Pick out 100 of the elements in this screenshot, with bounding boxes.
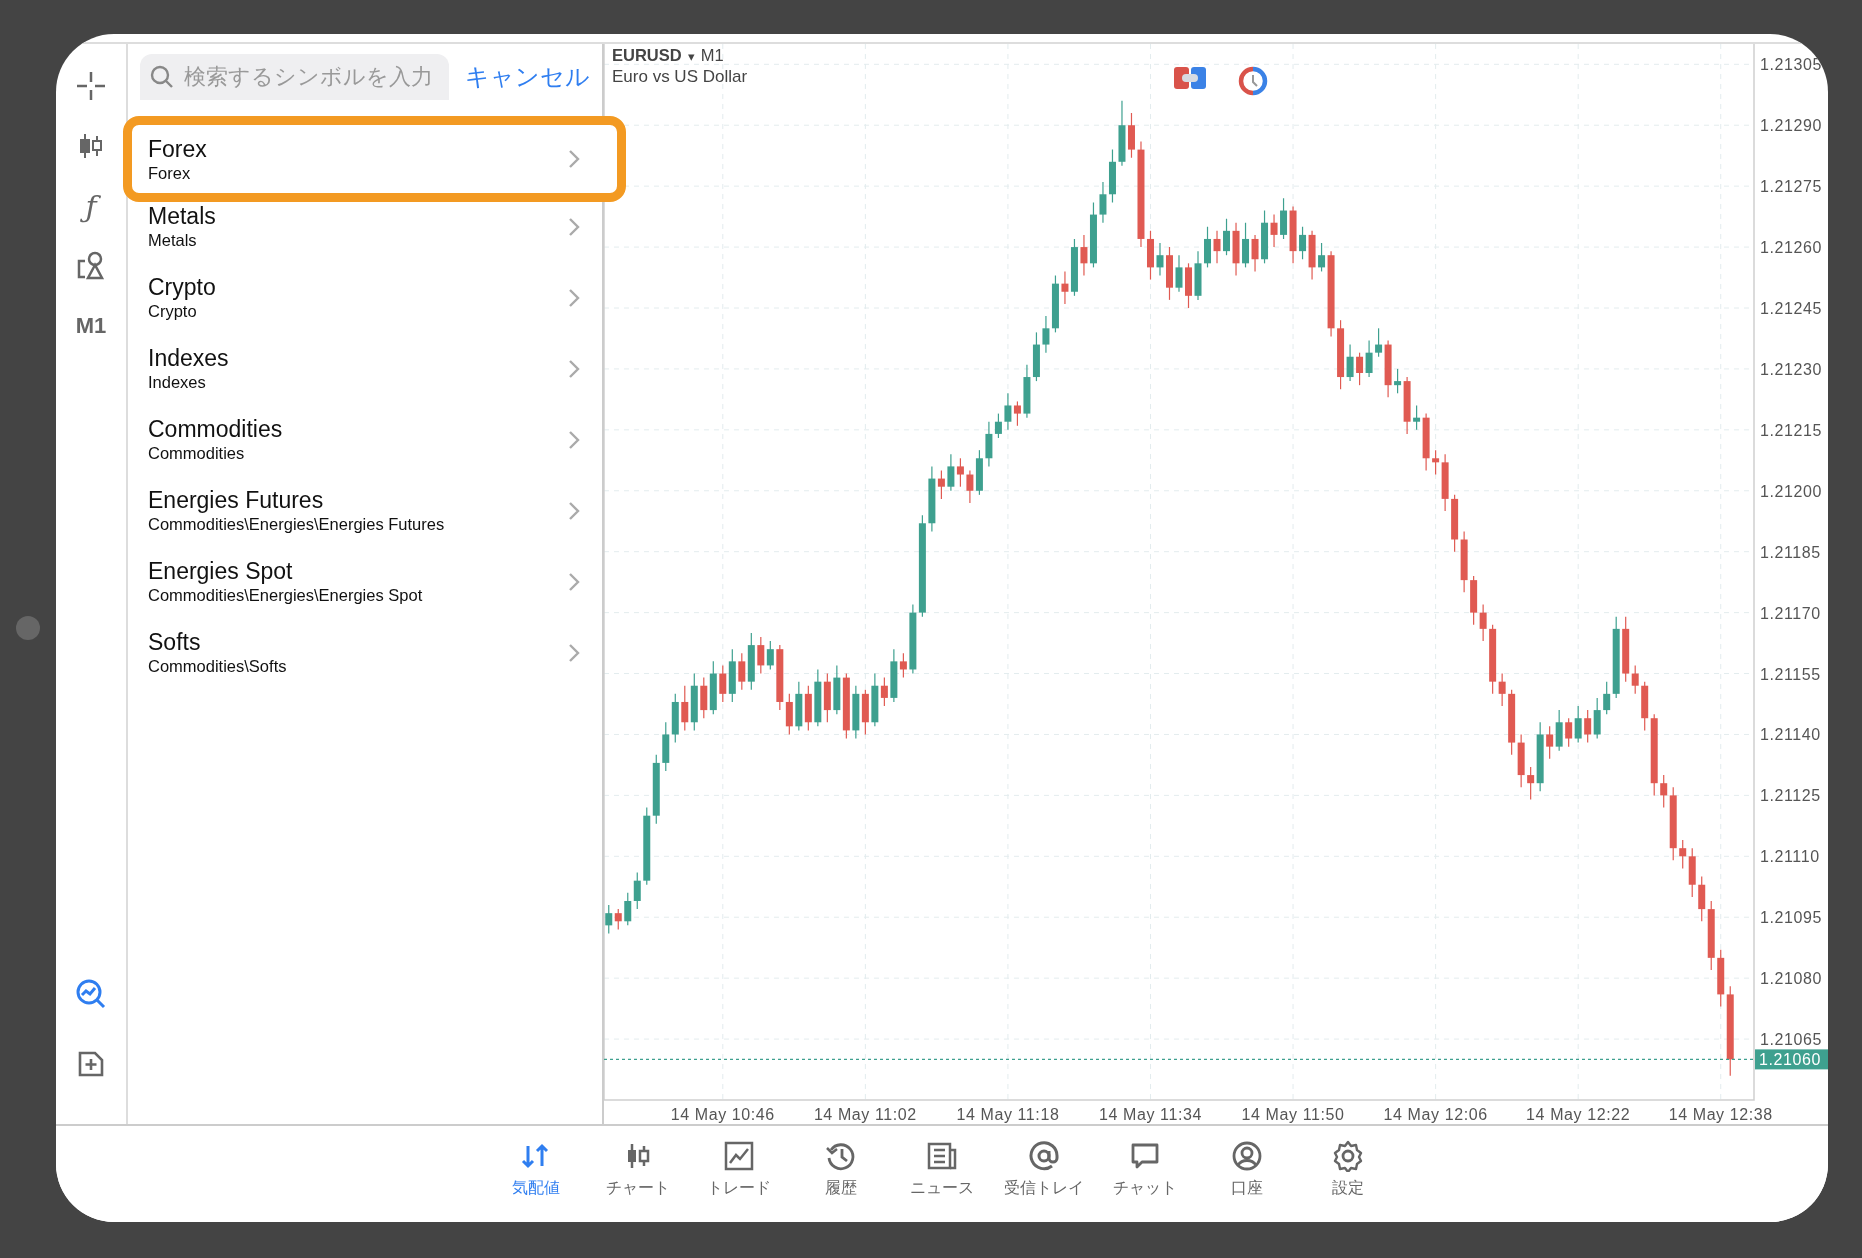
candlestick (605, 904, 613, 935)
group-path: Crypto (148, 301, 197, 322)
candlestick (1527, 766, 1535, 801)
price-label: 1.21095 (1760, 909, 1823, 927)
time-label: 14 May 10:46 (670, 1106, 775, 1123)
time-label: 14 May 12:38 (1668, 1106, 1773, 1123)
symbol-group-item[interactable]: Energies Spot Commodities\Energies\Energies Spot (128, 546, 602, 617)
candlestick (614, 908, 622, 931)
tab-button[interactable]: 口座 (1195, 1138, 1298, 1201)
candlestick (1270, 213, 1278, 248)
chart-search-icon[interactable] (75, 978, 107, 1010)
settings-icon (1332, 1140, 1364, 1172)
symbol-name[interactable]: EURUSD (612, 46, 682, 65)
price-label: 1.21200 (1760, 482, 1823, 500)
group-path: Metals (148, 230, 197, 251)
candlestick (757, 636, 765, 675)
one-click-trading-icon[interactable] (1174, 66, 1206, 90)
candlestick (1061, 270, 1069, 305)
camera-dot (16, 616, 40, 640)
cancel-button[interactable]: キャンセル (463, 57, 592, 97)
price-label: 1.21215 (1760, 421, 1823, 439)
candlestick (1042, 315, 1050, 354)
shapes-icon[interactable] (76, 251, 106, 281)
ref-line-label: 1.21060 (1759, 1051, 1822, 1069)
person-icon (1230, 1140, 1263, 1172)
group-title: Energies Spot (148, 557, 293, 585)
candlestick (1546, 725, 1554, 760)
candlestick (1679, 839, 1687, 870)
candlestick (1479, 603, 1487, 642)
group-path: Indexes (148, 372, 206, 393)
price-label: 1.21110 (1760, 848, 1820, 866)
tab-button[interactable]: チャート (586, 1138, 689, 1201)
chevron-icon (568, 149, 580, 169)
candlestick (1299, 226, 1307, 260)
candlestick (1660, 774, 1668, 809)
dropdown-arrow[interactable]: ▾ (687, 49, 695, 64)
candlestick (766, 640, 774, 671)
symbol-group-item[interactable]: Energies Futures Commodities\Energies\Energies Futures (128, 475, 602, 546)
price-label: 1.21245 (1760, 300, 1823, 317)
symbol-group-item[interactable]: Crypto Crypto (128, 262, 602, 333)
price-label: 1.21140 (1760, 726, 1821, 744)
price-label: 1.21065 (1760, 1031, 1823, 1049)
chevron-icon (568, 287, 580, 308)
history-icon (824, 1140, 857, 1172)
candlestick (738, 652, 746, 691)
candlestick (1603, 681, 1611, 715)
candlestick (1432, 449, 1440, 476)
symbol-group-item[interactable]: Forex Forex (123, 116, 626, 202)
candlestick (1394, 368, 1402, 394)
candlestick (1565, 717, 1573, 748)
crosshair-icon[interactable] (76, 71, 106, 101)
price-label: 1.21305 (1760, 56, 1823, 74)
candlestick (1365, 339, 1373, 378)
tab-button[interactable]: 気配値 (485, 1138, 587, 1201)
candlestick (1318, 242, 1326, 273)
timeframe-label[interactable]: M1 (71, 309, 111, 343)
group-path: Commodities\Energies\Energies Spot (148, 585, 423, 606)
group-path: Forex (148, 162, 191, 184)
candlestick (1013, 400, 1021, 427)
tab-button[interactable]: 履歴 (789, 1138, 892, 1201)
candlestick (947, 453, 955, 492)
clock-icon[interactable] (1238, 66, 1268, 96)
group-path: Commodities\Softs (148, 656, 287, 677)
symbol-group-item[interactable]: Softs Commodities\Softs (128, 617, 602, 688)
function-glyph[interactable]: ƒ (77, 188, 105, 224)
group-title: Forex (148, 134, 207, 163)
search-field[interactable]: 検索するシンボルを入力 (140, 54, 449, 100)
symbol-group-item[interactable]: Commodities Commodities (128, 404, 602, 475)
group-title: Commodities (148, 415, 283, 443)
tab-button[interactable]: ニュース (891, 1138, 993, 1201)
price-label: 1.21230 (1760, 360, 1823, 378)
group-path: Commodities (148, 443, 245, 464)
current-price-badge: 1.21060 (1755, 1049, 1828, 1070)
time-label: 14 May 11:18 (956, 1106, 1060, 1123)
candlestick (1223, 218, 1231, 256)
price-label: 1.21185 (1760, 543, 1821, 561)
price-label: 1.21125 (1760, 787, 1821, 805)
candlestick (1574, 705, 1582, 744)
candlestick (880, 677, 888, 707)
candlestick (1251, 234, 1259, 273)
candlestick (1498, 672, 1506, 707)
add-document-icon[interactable] (78, 1051, 104, 1077)
tab-button[interactable]: チャット (1094, 1138, 1196, 1201)
candlestick (994, 413, 1002, 439)
candlestick (1584, 709, 1592, 744)
chevron-icon (568, 429, 580, 450)
candlestick (1004, 392, 1012, 431)
news-icon (926, 1140, 958, 1172)
candlestick (1346, 343, 1354, 382)
candlestick (1375, 327, 1383, 358)
tab-button[interactable]: 設定 (1297, 1138, 1399, 1201)
time-label: 14 May 11:02 (813, 1106, 917, 1123)
symbol-group-item[interactable]: Indexes Indexes (128, 333, 602, 404)
candlestick (1156, 242, 1164, 277)
tab-button[interactable]: トレード (688, 1138, 790, 1201)
tab-button[interactable]: 受信トレイ (992, 1138, 1095, 1201)
chevron-icon (568, 216, 580, 237)
candlestick (1213, 230, 1221, 264)
candlestick-icon[interactable] (78, 132, 104, 160)
candlestick (956, 457, 964, 488)
